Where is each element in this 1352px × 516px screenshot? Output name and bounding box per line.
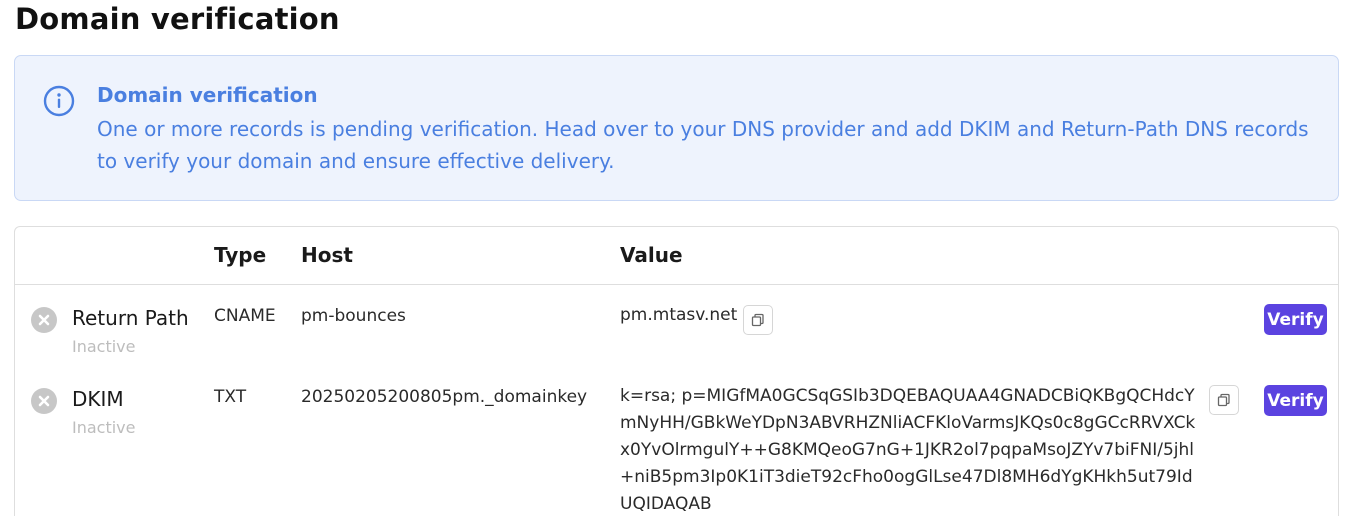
alert-body: One or more records is pending verificat… [97, 117, 1309, 173]
record-value: k=rsa; p=MIGfMA0GCSqGSIb3DQEBAQUAA4GNADC… [620, 386, 1196, 514]
column-header-value: Value [620, 243, 683, 267]
column-header-type: Type [214, 243, 267, 267]
verify-dkim-button[interactable]: Verify [1264, 385, 1327, 416]
table-header: Type Host Value [15, 227, 1338, 285]
domain-verification-page: Domain verification Domain verification … [0, 0, 1352, 516]
column-header-host: Host [301, 243, 353, 267]
table-row: Return Path Inactive CNAME pm-bounces pm… [15, 285, 1338, 365]
record-status: Inactive [72, 337, 136, 356]
x-circle-icon [31, 388, 57, 414]
pending-verification-alert: Domain verification One or more records … [14, 55, 1339, 201]
info-icon [43, 85, 75, 117]
page-title: Domain verification [15, 2, 340, 36]
record-host: 20250205200805pm._domainkey [301, 387, 588, 407]
record-status: Inactive [72, 418, 136, 437]
record-type: TXT [214, 387, 247, 407]
record-name: Return Path [72, 306, 189, 330]
record-host: pm-bounces [301, 306, 406, 326]
record-name: DKIM [72, 387, 124, 411]
x-circle-icon [31, 307, 57, 333]
copy-icon [751, 313, 764, 327]
copy-value-button[interactable] [743, 305, 773, 335]
table-row: DKIM Inactive TXT 20250205200805pm._doma… [15, 366, 1338, 516]
copy-icon [1217, 393, 1230, 407]
alert-title: Domain verification [97, 83, 318, 107]
record-type: CNAME [214, 306, 276, 326]
dns-records-table: Type Host Value Return Path Inactive CNA… [14, 226, 1339, 516]
copy-value-button[interactable] [1209, 385, 1239, 415]
verify-return-path-button[interactable]: Verify [1264, 304, 1327, 335]
record-value: pm.mtasv.net [620, 305, 738, 325]
